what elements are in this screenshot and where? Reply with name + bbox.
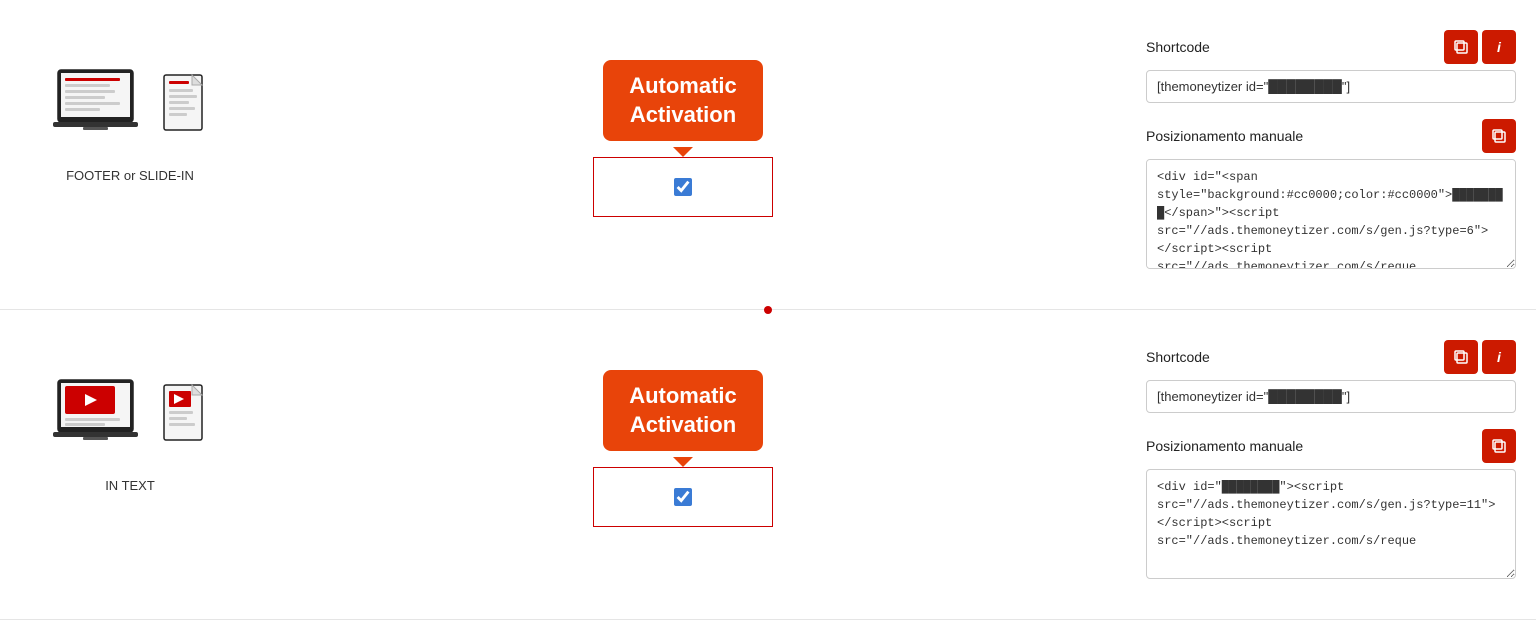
manual-label-1: Posizionamento manuale [1146,128,1303,144]
row-footer-slide-in: FOOTER or SLIDE-IN Automatic Activation … [0,0,1536,310]
manual-textarea-2[interactable]: <div id="████████"><script src="//ads.th… [1146,469,1516,579]
shortcode-label-2: Shortcode [1146,349,1210,365]
shortcode-input-2[interactable] [1146,380,1516,413]
shortcode-group-2: Shortcode i [1146,340,1516,413]
doc-play-icon [162,383,207,453]
manual-copy-btn-2[interactable] [1482,429,1516,463]
middle-section-intext: Automatic Activation [240,340,1126,540]
right-section-intext: Shortcode i Posizionament [1126,340,1516,582]
shortcode-copy-btn-2[interactable] [1444,340,1478,374]
activation-checkbox-2[interactable] [674,488,692,506]
left-section-footer: FOOTER or SLIDE-IN [20,30,240,183]
device-icon-intext [50,360,210,470]
shortcode-buttons-1: i [1444,30,1516,64]
shortcode-header-2: Shortcode i [1146,340,1516,374]
row-in-text: IN TEXT Automatic Activation Shortcode [0,310,1536,620]
manual-label-2: Posizionamento manuale [1146,438,1303,454]
activation-checkbox-container-2 [593,467,773,527]
left-section-intext: IN TEXT [20,340,240,493]
divider-dot [764,306,772,314]
copy-icon-manual-2 [1491,438,1507,454]
manual-header-1: Posizionamento manuale [1146,119,1516,153]
intext-device-label: IN TEXT [105,478,155,493]
laptop-video-icon [53,378,153,453]
shortcode-input-1[interactable] [1146,70,1516,103]
footer-device-label: FOOTER or SLIDE-IN [66,168,194,183]
shortcode-header-1: Shortcode i [1146,30,1516,64]
shortcode-label-1: Shortcode [1146,39,1210,55]
copy-icon-1 [1453,39,1469,55]
manual-textarea-wrapper-1: <div id="<span style="background:#cc0000… [1146,159,1516,272]
manual-header-2: Posizionamento manuale [1146,429,1516,463]
manual-group-1: Posizionamento manuale <div id="<span st… [1146,119,1516,272]
shortcode-group-1: Shortcode i [1146,30,1516,103]
copy-icon-manual-1 [1491,128,1507,144]
document-icon [162,73,207,143]
copy-icon-2 [1453,349,1469,365]
automatic-activation-tooltip-2: Automatic Activation [603,370,763,451]
device-icon-footer [50,50,210,160]
laptop-icon [53,68,153,143]
activation-checkbox-container-1 [593,157,773,217]
shortcode-buttons-2: i [1444,340,1516,374]
manual-textarea-wrapper-2: <div id="████████"><script src="//ads.th… [1146,469,1516,582]
middle-section-footer: Automatic Activation [240,30,1126,230]
right-section-footer: Shortcode i Posizionament [1126,30,1516,272]
manual-textarea-1[interactable]: <div id="<span style="background:#cc0000… [1146,159,1516,269]
manual-copy-btn-1[interactable] [1482,119,1516,153]
shortcode-info-btn-2[interactable]: i [1482,340,1516,374]
automatic-activation-tooltip-1: Automatic Activation [603,60,763,141]
shortcode-copy-btn-1[interactable] [1444,30,1478,64]
manual-group-2: Posizionamento manuale <div id="████████… [1146,429,1516,582]
activation-checkbox-1[interactable] [674,178,692,196]
shortcode-info-btn-1[interactable]: i [1482,30,1516,64]
